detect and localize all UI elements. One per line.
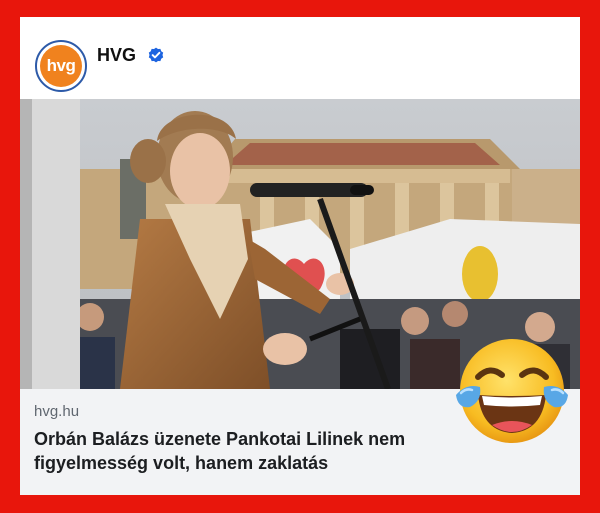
headline-line-2: figyelmesség volt, hanem zaklatás (34, 453, 329, 473)
post-card: hvg HVG hvg.hu Orbán Balázs üzenete Pank… (20, 17, 580, 495)
avatar[interactable]: hvg (35, 40, 87, 92)
hvg-logo: hvg (40, 45, 82, 87)
link-headline[interactable]: Orbán Balázs üzenete Pankotai Lilinek ne… (34, 427, 474, 475)
face-with-tears-of-joy-icon (456, 339, 568, 443)
headline-line-1: Orbán Balázs üzenete Pankotai Lilinek ne… (34, 429, 406, 449)
verified-badge-icon (148, 47, 164, 63)
logo-text: hvg (46, 56, 76, 75)
page-name[interactable]: HVG (97, 45, 136, 66)
post-header: hvg HVG (20, 17, 580, 97)
link-domain: hvg.hu (34, 403, 80, 420)
